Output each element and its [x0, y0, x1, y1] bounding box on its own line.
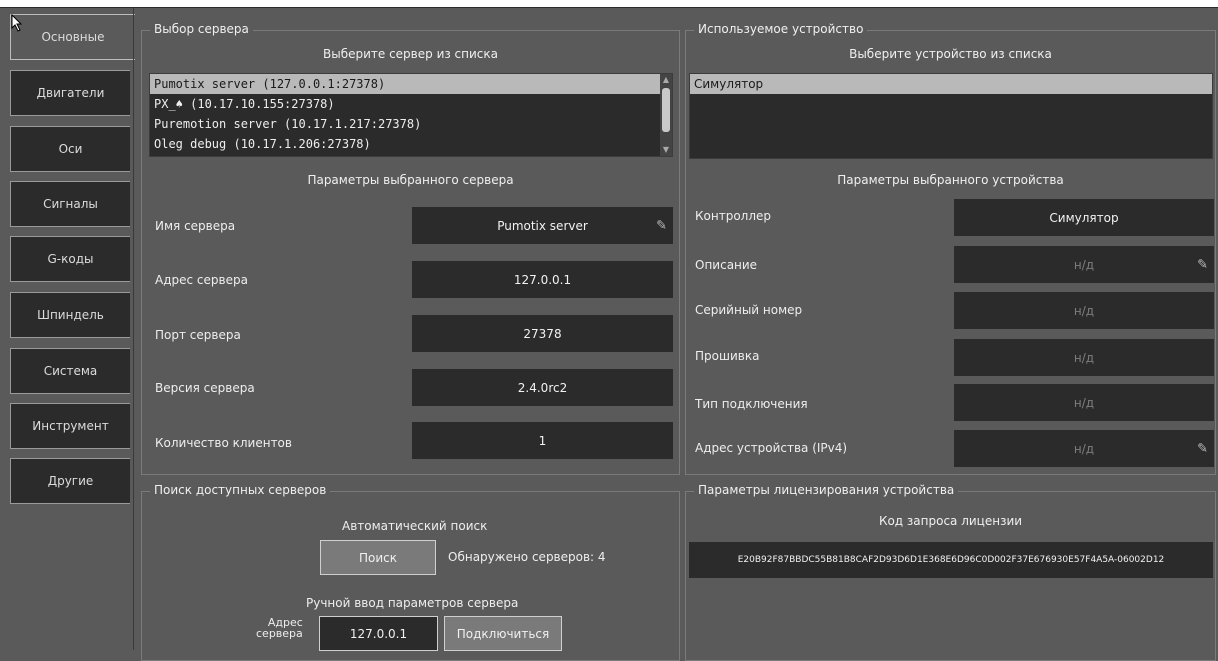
controller-field: Симулятор: [954, 199, 1214, 236]
tab-gcodes[interactable]: G-коды: [10, 236, 130, 282]
client-count-label: Количество клиентов: [155, 436, 292, 450]
window-top-divider: [0, 7, 1218, 8]
server-search-group: Поиск доступных серверов Автоматический …: [141, 483, 680, 661]
server-version-label: Версия сервера: [155, 381, 255, 395]
controller-label: Контроллер: [695, 209, 771, 223]
connection-type-label: Тип подключения: [695, 397, 808, 411]
found-servers-text: Обнаружено серверов: 4: [448, 550, 606, 564]
server-port-label: Порт сервера: [155, 328, 241, 342]
tab-tool[interactable]: Инструмент: [10, 403, 130, 449]
pencil-icon[interactable]: ✎: [1197, 257, 1208, 272]
device-group-title: Используемое устройство: [694, 22, 868, 36]
license-group: Параметры лицензирования устройства Код …: [685, 483, 1216, 661]
license-request-label: Код запроса лицензии: [878, 514, 1023, 528]
pencil-icon[interactable]: ✎: [656, 218, 667, 233]
client-count-value: 1: [538, 433, 547, 448]
server-params-caption: Параметры выбранного сервера: [307, 173, 514, 187]
firmware-field: н/д: [954, 339, 1214, 376]
controller-value: Симулятор: [1049, 210, 1119, 225]
firmware-value: н/д: [1073, 350, 1095, 365]
server-list-item[interactable]: PX_♠ (10.17.10.155:27378): [150, 94, 672, 114]
server-list[interactable]: Pumotix server (127.0.0.1:27378) PX_♠ (1…: [149, 73, 673, 157]
server-list-item[interactable]: Oleg debug (10.17.1.206:27378): [150, 134, 672, 154]
server-name-label: Имя сервера: [155, 219, 236, 233]
device-list-item[interactable]: Симулятор: [690, 74, 1212, 94]
tab-system[interactable]: Система: [10, 348, 130, 394]
scroll-up-icon[interactable]: ▲: [660, 74, 672, 86]
tab-signals[interactable]: Сигналы: [10, 181, 130, 227]
server-address-value: 127.0.0.1: [513, 272, 572, 287]
mouse-pointer-icon: [11, 14, 23, 32]
server-address-label: Адрес сервера: [155, 273, 248, 287]
server-name-field[interactable]: Pumotix server ✎: [412, 207, 673, 244]
description-label: Описание: [695, 258, 758, 272]
serial-number-field: н/д: [954, 292, 1214, 329]
connection-type-value: н/д: [1073, 395, 1095, 410]
serial-number-label: Серийный номер: [695, 303, 803, 317]
device-list[interactable]: Симулятор: [689, 73, 1213, 159]
device-address-label: Адрес устройства (IPv4): [695, 441, 848, 455]
scroll-down-icon[interactable]: ▼: [660, 144, 672, 156]
auto-search-label: Автоматический поиск: [342, 519, 488, 533]
search-button[interactable]: Поиск: [320, 540, 436, 575]
server-address-field: 127.0.0.1: [412, 261, 673, 298]
server-list-item[interactable]: Puremotion server (10.17.1.217:27378): [150, 114, 672, 134]
tab-spindle[interactable]: Шпиндель: [10, 292, 130, 338]
window-top-border: [0, 0, 1218, 7]
description-value: н/д: [1073, 257, 1095, 272]
scrollbar-thumb[interactable]: [662, 88, 670, 132]
server-name-value: Pumotix server: [497, 218, 588, 233]
server-search-title: Поиск доступных серверов: [150, 483, 331, 497]
description-field[interactable]: н/д ✎: [954, 246, 1214, 283]
license-code-value: E20B92F87BBDC55B81B8CAF2D93D6D1E368E6D96…: [737, 555, 1165, 565]
address-label: Адрес сервера: [256, 617, 303, 639]
server-address-input[interactable]: 127.0.0.1: [319, 616, 438, 651]
connect-button[interactable]: Подключиться: [444, 616, 562, 651]
tab-other[interactable]: Другие: [10, 458, 130, 504]
tab-motors[interactable]: Двигатели: [10, 70, 130, 116]
tab-axes[interactable]: Оси: [10, 126, 130, 172]
pencil-icon[interactable]: ✎: [1197, 441, 1208, 456]
device-params-caption: Параметры выбранного устройства: [837, 173, 1064, 187]
device-group: Используемое устройство Выберите устройс…: [685, 22, 1216, 475]
server-port-value: 27378: [523, 326, 562, 341]
client-count-field: 1: [412, 422, 673, 459]
device-list-caption: Выберите устройство из списка: [849, 47, 1052, 61]
server-list-caption: Выберите сервер из списка: [322, 47, 498, 61]
server-select-title: Выбор сервера: [150, 22, 253, 36]
tab-main[interactable]: Основные: [10, 14, 135, 60]
license-code-field[interactable]: E20B92F87BBDC55B81B8CAF2D93D6D1E368E6D96…: [689, 542, 1213, 578]
manual-entry-label: Ручной ввод параметров сервера: [306, 596, 519, 610]
server-list-item[interactable]: Pumotix server (127.0.0.1:27378): [150, 74, 672, 94]
server-port-field: 27378: [412, 315, 673, 352]
firmware-label: Прошивка: [695, 349, 760, 363]
device-address-value: н/д: [1073, 441, 1095, 456]
server-select-group: Выбор сервера Выберите сервер из списка …: [141, 22, 680, 475]
server-version-field: 2.4.0rc2: [412, 369, 673, 406]
connection-type-field: н/д: [954, 384, 1214, 421]
server-list-scrollbar[interactable]: ▲ ▼: [660, 74, 672, 156]
license-group-title: Параметры лицензирования устройства: [694, 483, 959, 497]
settings-tab-bar: Основные Двигатели Оси Сигналы G-коды Шп…: [10, 12, 135, 650]
device-address-field[interactable]: н/д ✎: [954, 430, 1214, 467]
server-version-value: 2.4.0rc2: [517, 380, 568, 395]
tab-panel-divider: [133, 8, 134, 650]
address-label-line2: сервера: [256, 627, 303, 640]
serial-number-value: н/д: [1073, 303, 1095, 318]
